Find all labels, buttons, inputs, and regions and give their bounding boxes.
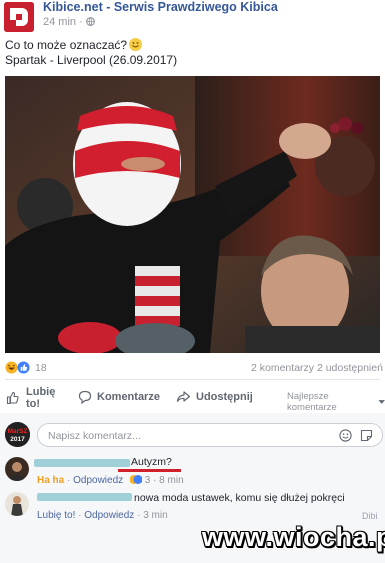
comment-label: Komentarze	[97, 391, 160, 403]
comment-text: Autyzm?	[131, 456, 172, 468]
red-underline	[118, 469, 181, 472]
like-label-line1: Lubię	[26, 386, 56, 398]
share-button[interactable]: Udostępnij	[176, 390, 253, 404]
globe-icon	[85, 17, 95, 26]
post-text-line2: Spartak - Liverpool (26.09.2017)	[5, 53, 178, 67]
caret-down-icon	[378, 400, 385, 404]
blurred-name	[34, 459, 130, 467]
fan-photo-image	[5, 76, 380, 353]
haha-reaction-label[interactable]: Ha ha	[37, 475, 64, 486]
separator-dot: ·	[79, 16, 86, 28]
share-label: Udostępnij	[196, 391, 253, 403]
post-photo[interactable]	[5, 76, 380, 353]
sort-comments-dropdown[interactable]: Najlepsze komentarze	[287, 391, 385, 413]
divider	[5, 379, 380, 380]
comment-input[interactable]: Napisz komentarz...	[37, 423, 383, 447]
post-stats: 18 2 komentarzy 2 udostępnień	[0, 358, 385, 378]
like-button[interactable]: Lubię to!	[6, 386, 55, 410]
blurred-name	[37, 493, 132, 501]
action-bar: Lubię to! Komentarze Udostępnij Najlepsz…	[0, 381, 385, 413]
post-header: Kibice.net - Serwis Prawdziwego Kibica 2…	[0, 0, 385, 36]
comment-button[interactable]: Komentarze	[78, 390, 160, 404]
post-text-line1: Co to może oznaczać?	[5, 38, 128, 52]
like-label-line2: to!	[26, 398, 41, 410]
sticker-icon[interactable]	[360, 429, 373, 442]
angry-like-reaction-icon	[129, 475, 143, 484]
comment-time[interactable]: 3 min	[143, 510, 167, 521]
reply-link[interactable]: Odpowiedz	[73, 475, 123, 486]
share-icon	[176, 391, 191, 402]
comment-meta: Ha ha · Odpowiedz 3 · 8 min	[37, 474, 184, 486]
my-avatar-text1: MarSZ	[8, 428, 28, 435]
my-avatar-text2: 2017	[10, 436, 25, 443]
comments-shares-count[interactable]: 2 komentarzy 2 udostępnień	[251, 362, 383, 374]
emoji-icon[interactable]	[339, 429, 352, 442]
comment-avatar[interactable]	[5, 492, 29, 516]
site-watermark: www.wiocha.pl	[202, 522, 385, 552]
post-text: Co to może oznaczać? Spartak - Liverpool…	[5, 38, 177, 68]
page-avatar[interactable]	[4, 2, 34, 32]
reaction-count[interactable]: 18	[35, 362, 47, 374]
reply-link[interactable]: Odpowiedz	[84, 510, 134, 521]
page-name-link[interactable]: Kibice.net - Serwis Prawdziwego Kibica	[43, 0, 278, 14]
post-time[interactable]: 24 min	[43, 16, 76, 28]
comment-avatar[interactable]	[5, 457, 29, 481]
like-icon[interactable]	[17, 361, 30, 374]
my-avatar: MarSZ 2017	[5, 422, 30, 447]
comment-input-placeholder: Napisz komentarz...	[48, 430, 141, 442]
comment-text: nowa moda ustawek, komu się dłużej pokrę…	[134, 492, 345, 504]
comment-reaction-count[interactable]: 3	[145, 475, 151, 486]
kibice-logo-icon	[4, 2, 34, 32]
small-watermark: Dibi	[362, 511, 378, 521]
like-link[interactable]: Lubię to!	[37, 510, 75, 521]
sort-label: Najlepsze komentarze	[287, 391, 337, 413]
comment-meta: Lubię to! · Odpowiedz · 3 min	[37, 510, 168, 521]
post-meta: 24 min ·	[43, 16, 95, 28]
smile-emoji-icon	[129, 38, 143, 51]
thumbs-up-icon	[6, 391, 19, 405]
comment-time[interactable]: 8 min	[159, 475, 183, 486]
comment-icon	[78, 390, 92, 404]
comment-reactions-icons[interactable]	[129, 474, 143, 485]
